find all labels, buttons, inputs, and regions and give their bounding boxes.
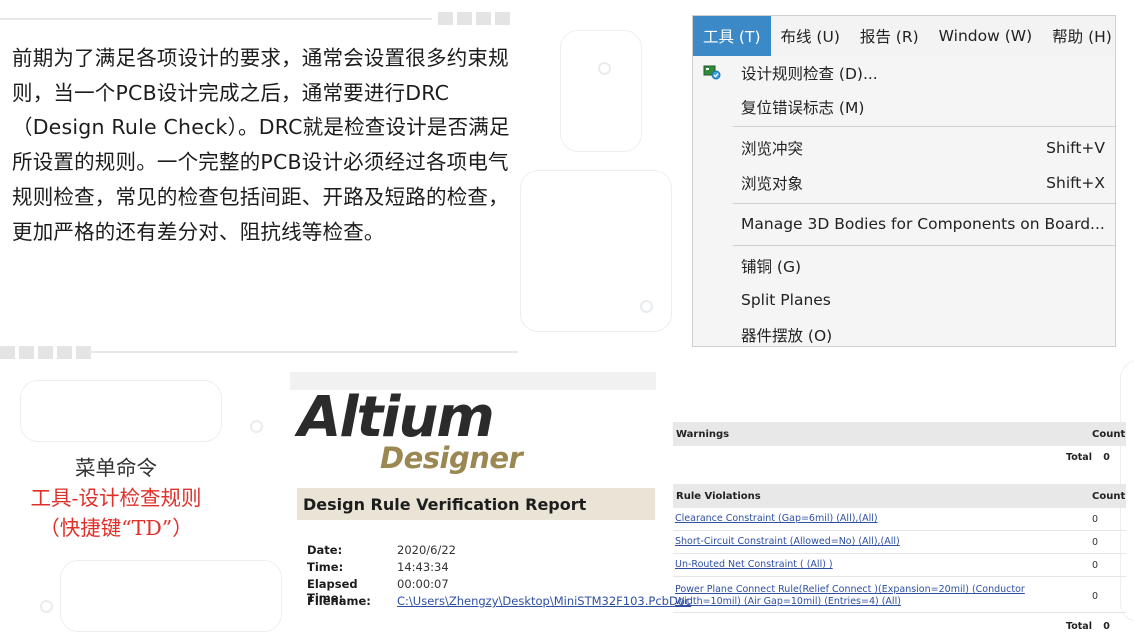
menu-tools[interactable]: 工具 (T) xyxy=(693,16,771,56)
violation-count: 0 xyxy=(1092,590,1099,602)
caption-line-2: 工具-设计检查规则 xyxy=(30,486,202,510)
menu-item-label: 复位错误标志 (M) xyxy=(741,99,865,117)
bg-dot xyxy=(598,62,611,75)
total-label: Total xyxy=(1066,452,1092,463)
menu-item-drc[interactable]: 设计规则检查 (D)... xyxy=(741,60,1105,86)
violations-header-label: Rule Violations xyxy=(676,490,761,502)
bg-trace xyxy=(560,30,642,152)
menu-item-label: 铺铜 (G) xyxy=(741,258,802,276)
violation-count: 0 xyxy=(1092,536,1099,548)
report-time-row: Time: 14:43:34 xyxy=(307,560,449,574)
bg-trace xyxy=(20,380,222,442)
info-value: 2020/6/22 xyxy=(397,543,456,557)
violation-rule-link[interactable]: Un-Routed Net Constraint ( (All) ) xyxy=(673,559,1092,571)
top-divider xyxy=(0,18,432,20)
menu-help[interactable]: 帮助 (H) xyxy=(1042,16,1115,56)
deco-block xyxy=(438,12,453,25)
top-blocks xyxy=(438,12,510,25)
menu-item-label: 浏览冲突 xyxy=(741,140,804,158)
filename-link[interactable]: C:\Users\Zhengzy\Desktop\MiniSTM32F103.P… xyxy=(397,594,691,608)
caption-line-1: 菜单命令 xyxy=(75,456,157,480)
info-key: Filename: xyxy=(307,594,371,608)
violation-row: Clearance Constraint (Gap=6mil) (All),(A… xyxy=(673,508,1126,531)
menu-item-label: 浏览对象 xyxy=(741,175,804,193)
menu-item-polygon-pour[interactable]: 铺铜 (G) xyxy=(741,253,1105,279)
drc-check-icon xyxy=(703,65,721,80)
bg-dot xyxy=(250,420,263,433)
info-value: 14:43:34 xyxy=(397,560,449,574)
menu-item-shortcut: Shift+V xyxy=(1046,139,1105,157)
tools-menu-screenshot: 工具 (T) 布线 (U) 报告 (R) Window (W) 帮助 (H) 设… xyxy=(692,15,1116,347)
menu-item-shortcut: Shift+X xyxy=(1046,174,1105,192)
menu-separator xyxy=(733,126,1115,127)
violations-header: Rule Violations Count xyxy=(673,484,1126,508)
count-header: Count xyxy=(1092,428,1126,440)
menu-item-browse-violations[interactable]: 浏览冲突 Shift+V xyxy=(741,135,1105,161)
deco-block xyxy=(457,12,472,25)
report-filename-row: Filename: C:\Users\Zhengzy\Desktop\MiniS… xyxy=(307,594,691,608)
menu-separator xyxy=(733,245,1115,246)
violation-row: Power Plane Connect Rule(Relief Connect … xyxy=(673,580,1126,613)
bottom-blocks xyxy=(0,346,91,359)
menu-item-label: 器件摆放 (O) xyxy=(741,327,833,345)
bg-dot xyxy=(40,600,53,613)
designer-logo: Designer xyxy=(380,441,523,475)
warnings-header: Warnings Count xyxy=(673,422,1126,446)
info-key: Time: xyxy=(307,560,344,574)
report-date-row: Date: 2020/6/22 xyxy=(307,543,456,557)
violation-rule-link[interactable]: Clearance Constraint (Gap=6mil) (All),(A… xyxy=(673,513,1092,525)
menu-item-browse-objects[interactable]: 浏览对象 Shift+X xyxy=(741,170,1105,196)
menu-window[interactable]: Window (W) xyxy=(929,16,1042,56)
deco-block xyxy=(38,346,53,359)
menu-reports[interactable]: 报告 (R) xyxy=(850,16,929,56)
total-value: 0 xyxy=(1103,452,1110,463)
menu-item-label: Manage 3D Bodies for Components on Board… xyxy=(741,215,1105,233)
bg-dot xyxy=(640,300,653,313)
intro-paragraph: 前期为了满足各项设计的要求，通常会设置很多约束规则，当一个PCB设计完成之后，通… xyxy=(12,46,510,244)
bottom-divider xyxy=(88,351,518,353)
count-header: Count xyxy=(1092,490,1126,502)
deco-block xyxy=(57,346,72,359)
menu-item-label: 设计规则检查 (D)... xyxy=(741,65,878,83)
violation-row: Un-Routed Net Constraint ( (All) ) 0 xyxy=(673,554,1126,577)
info-key: Date: xyxy=(307,543,343,557)
violation-count: 0 xyxy=(1092,513,1099,525)
total-label: Total xyxy=(1066,621,1092,632)
deco-block xyxy=(19,346,34,359)
total-value: 0 xyxy=(1103,621,1110,632)
violation-rule-link[interactable]: Power Plane Connect Rule(Relief Connect … xyxy=(673,584,1092,608)
bg-trace xyxy=(60,560,282,632)
deco-block xyxy=(495,12,510,25)
report-title: Design Rule Verification Report xyxy=(297,488,655,520)
menu-separator xyxy=(733,203,1115,204)
menu-command-caption: 菜单命令 工具-设计检查规则 （快捷键“TD”） xyxy=(0,453,232,543)
violation-row: Short-Circuit Constraint (Allowed=No) (A… xyxy=(673,531,1126,554)
caption-line-3: （快捷键“TD”） xyxy=(39,516,193,540)
tools-dropdown: 设计规则检查 (D)... 复位错误标志 (M) 浏览冲突 Shift+V 浏览… xyxy=(693,56,1115,346)
menu-item-component-placement[interactable]: 器件摆放 (O) xyxy=(741,322,1105,346)
menu-item-label: Split Planes xyxy=(741,291,831,309)
violation-rule-link[interactable]: Short-Circuit Constraint (Allowed=No) (A… xyxy=(673,536,1092,548)
deco-block xyxy=(0,346,15,359)
menu-item-split-planes[interactable]: Split Planes xyxy=(741,287,1105,313)
menubar: 工具 (T) 布线 (U) 报告 (R) Window (W) 帮助 (H) xyxy=(693,16,1115,56)
deco-block xyxy=(476,12,491,25)
menu-route[interactable]: 布线 (U) xyxy=(771,16,850,56)
menu-item-reset-errors[interactable]: 复位错误标志 (M) xyxy=(741,94,1105,120)
violations-total: Total 0 xyxy=(1066,621,1110,632)
warnings-header-label: Warnings xyxy=(676,428,730,440)
violation-count: 0 xyxy=(1092,559,1099,571)
menu-item-manage-3d-bodies[interactable]: Manage 3D Bodies for Components on Board… xyxy=(741,211,1105,237)
warnings-total: Total 0 xyxy=(1066,452,1110,463)
